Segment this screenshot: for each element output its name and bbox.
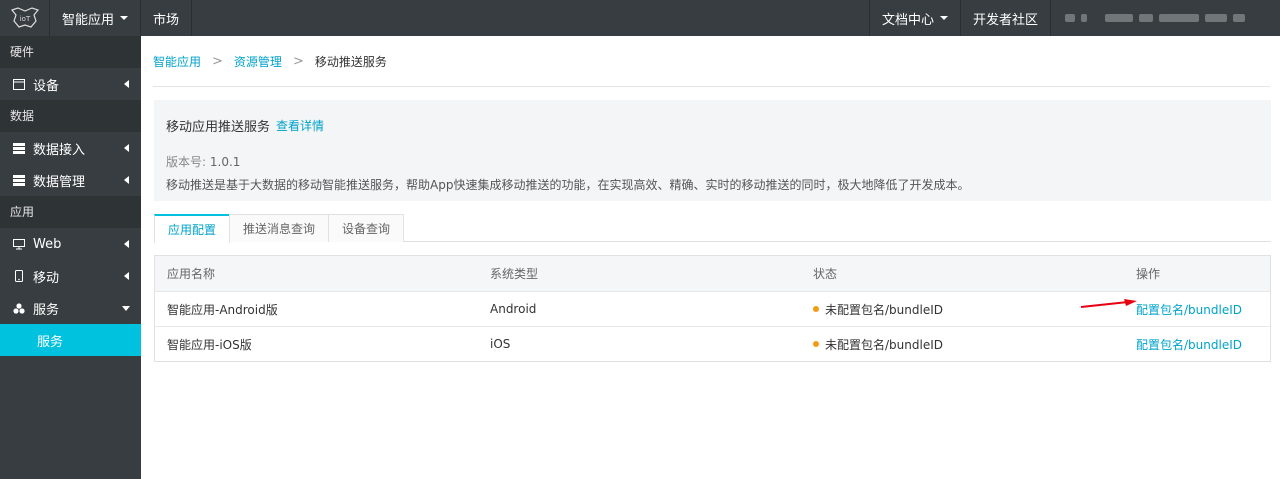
server-icon xyxy=(12,173,26,187)
version-value: 1.0.1 xyxy=(209,155,241,169)
annotation-arrow-icon xyxy=(1080,299,1137,308)
cell-os-type: Android xyxy=(490,302,537,316)
cell-app-name: 智能应用-iOS版 xyxy=(167,337,252,352)
service-title-row: 移动应用推送服务 查看详情 xyxy=(166,116,1259,135)
sidebar-group-data: 数据 xyxy=(0,100,141,132)
cell-app-name: 智能应用-Android版 xyxy=(167,302,278,317)
sidebar-item-web[interactable]: Web xyxy=(0,228,141,260)
service-description: 移动推送是基于大数据的移动智能推送服务，帮助App快速集成移动推送的功能，在实现… xyxy=(166,178,970,192)
status-text: 未配置包名/bundleID xyxy=(825,337,943,352)
table-row: 智能应用-iOS版 iOS 未配置包名/bundleID 配置包名/bundle… xyxy=(155,326,1270,361)
app-menu-label: 智能应用 xyxy=(62,12,115,28)
version-label: 版本号: xyxy=(166,155,207,169)
sidebar-item-data-access[interactable]: 数据接入 xyxy=(0,132,141,164)
top-navbar: ioT 智能应用 市场 文档中心 开发者社区 xyxy=(0,0,1280,36)
breadcrumb-separator: > xyxy=(292,54,304,69)
monitor-icon xyxy=(12,237,26,251)
svg-text:ioT: ioT xyxy=(19,15,30,23)
chevron-left-icon xyxy=(124,144,129,152)
breadcrumb-current: 移动推送服务 xyxy=(314,55,387,69)
cell-status: 未配置包名/bundleID xyxy=(801,301,1124,318)
breadcrumb-resource-manage[interactable]: 资源管理 xyxy=(234,53,282,70)
dev-community-label: 开发者社区 xyxy=(972,12,1038,28)
divider xyxy=(153,86,1270,87)
sidebar-item-label: Web xyxy=(33,236,62,252)
configure-bundle-id-link[interactable]: 配置包名/bundleID xyxy=(1136,338,1242,352)
cell-os-type: iOS xyxy=(490,337,511,351)
chevron-left-icon xyxy=(124,176,129,184)
chevron-left-icon xyxy=(124,240,129,248)
cell-action: 配置包名/bundleID xyxy=(1124,301,1270,318)
chevron-left-icon xyxy=(124,80,129,88)
sidebar-item-service[interactable]: 服务 xyxy=(0,292,141,324)
col-header-app-name: 应用名称 xyxy=(167,267,216,281)
sidebar-item-data-manage[interactable]: 数据管理 xyxy=(0,164,141,196)
server-icon xyxy=(12,141,26,155)
sidebar-group-app: 应用 xyxy=(0,196,141,228)
tab-device-query[interactable]: 设备查询 xyxy=(328,214,405,242)
col-header-action: 操作 xyxy=(1136,267,1161,281)
breadcrumb: 智能应用 > 资源管理 > 移动推送服务 xyxy=(153,53,387,70)
cell-action: 配置包名/bundleID xyxy=(1124,336,1270,353)
configure-bundle-id-link[interactable]: 配置包名/bundleID xyxy=(1136,303,1242,317)
table-header-row: 应用名称 系统类型 状态 操作 xyxy=(155,256,1270,291)
service-title: 移动应用推送服务 xyxy=(166,120,271,135)
user-account-blurred[interactable] xyxy=(1050,0,1280,36)
tab-push-message-query[interactable]: 推送消息查询 xyxy=(229,214,330,242)
sidebar: 硬件 设备 数据 数据接入 数据管理 应用 Web 移动 服务 服务 xyxy=(0,36,141,479)
app-menu-dropdown[interactable]: 智能应用 xyxy=(50,0,142,36)
sidebar-subitem-label: 服务 xyxy=(37,334,64,350)
docs-label: 文档中心 xyxy=(881,12,934,28)
cubes-icon xyxy=(12,301,26,315)
logo[interactable]: ioT xyxy=(0,0,50,36)
caret-down-icon xyxy=(939,16,948,20)
status-dot-icon xyxy=(813,341,819,347)
docs-dropdown[interactable]: 文档中心 xyxy=(868,0,960,36)
col-header-status: 状态 xyxy=(813,267,838,281)
window-icon xyxy=(12,77,26,91)
breadcrumb-smart-app[interactable]: 智能应用 xyxy=(153,53,201,70)
sidebar-item-device[interactable]: 设备 xyxy=(0,68,141,100)
caret-down-icon xyxy=(120,16,129,20)
service-info-panel: 移动应用推送服务 查看详情 版本号: 1.0.1 移动推送是基于大数据的移动智能… xyxy=(154,100,1271,201)
main-content: 智能应用 > 资源管理 > 移动推送服务 移动应用推送服务 查看详情 版本号: … xyxy=(141,36,1280,479)
status-dot-icon xyxy=(813,306,819,312)
tab-app-config[interactable]: 应用配置 xyxy=(154,214,231,243)
chevron-down-icon xyxy=(122,306,130,311)
sidebar-group-hardware: 硬件 xyxy=(0,36,141,68)
breadcrumb-separator: > xyxy=(212,54,223,69)
sidebar-item-label: 数据接入 xyxy=(33,142,86,158)
sidebar-subitem-service[interactable]: 服务 xyxy=(0,324,141,356)
logo-icon: ioT xyxy=(10,7,39,28)
view-details-link[interactable]: 查看详情 xyxy=(276,117,324,134)
sidebar-item-label: 数据管理 xyxy=(33,174,86,190)
market-label: 市场 xyxy=(153,12,180,28)
dev-community-link[interactable]: 开发者社区 xyxy=(959,0,1050,36)
mobile-phone-icon xyxy=(12,269,26,283)
cell-status: 未配置包名/bundleID xyxy=(801,336,1124,353)
sidebar-item-label: 移动 xyxy=(33,270,60,286)
version-row: 版本号: 1.0.1 xyxy=(166,153,1259,170)
sidebar-item-mobile[interactable]: 移动 xyxy=(0,260,141,292)
tab-bar: 应用配置 推送消息查询 设备查询 xyxy=(154,214,1271,243)
sidebar-item-label: 服务 xyxy=(33,302,60,318)
col-header-os-type: 系统类型 xyxy=(490,267,539,281)
sidebar-item-label: 设备 xyxy=(33,78,60,94)
chevron-left-icon xyxy=(124,272,129,280)
market-link[interactable]: 市场 xyxy=(141,0,193,36)
status-text: 未配置包名/bundleID xyxy=(825,302,943,317)
